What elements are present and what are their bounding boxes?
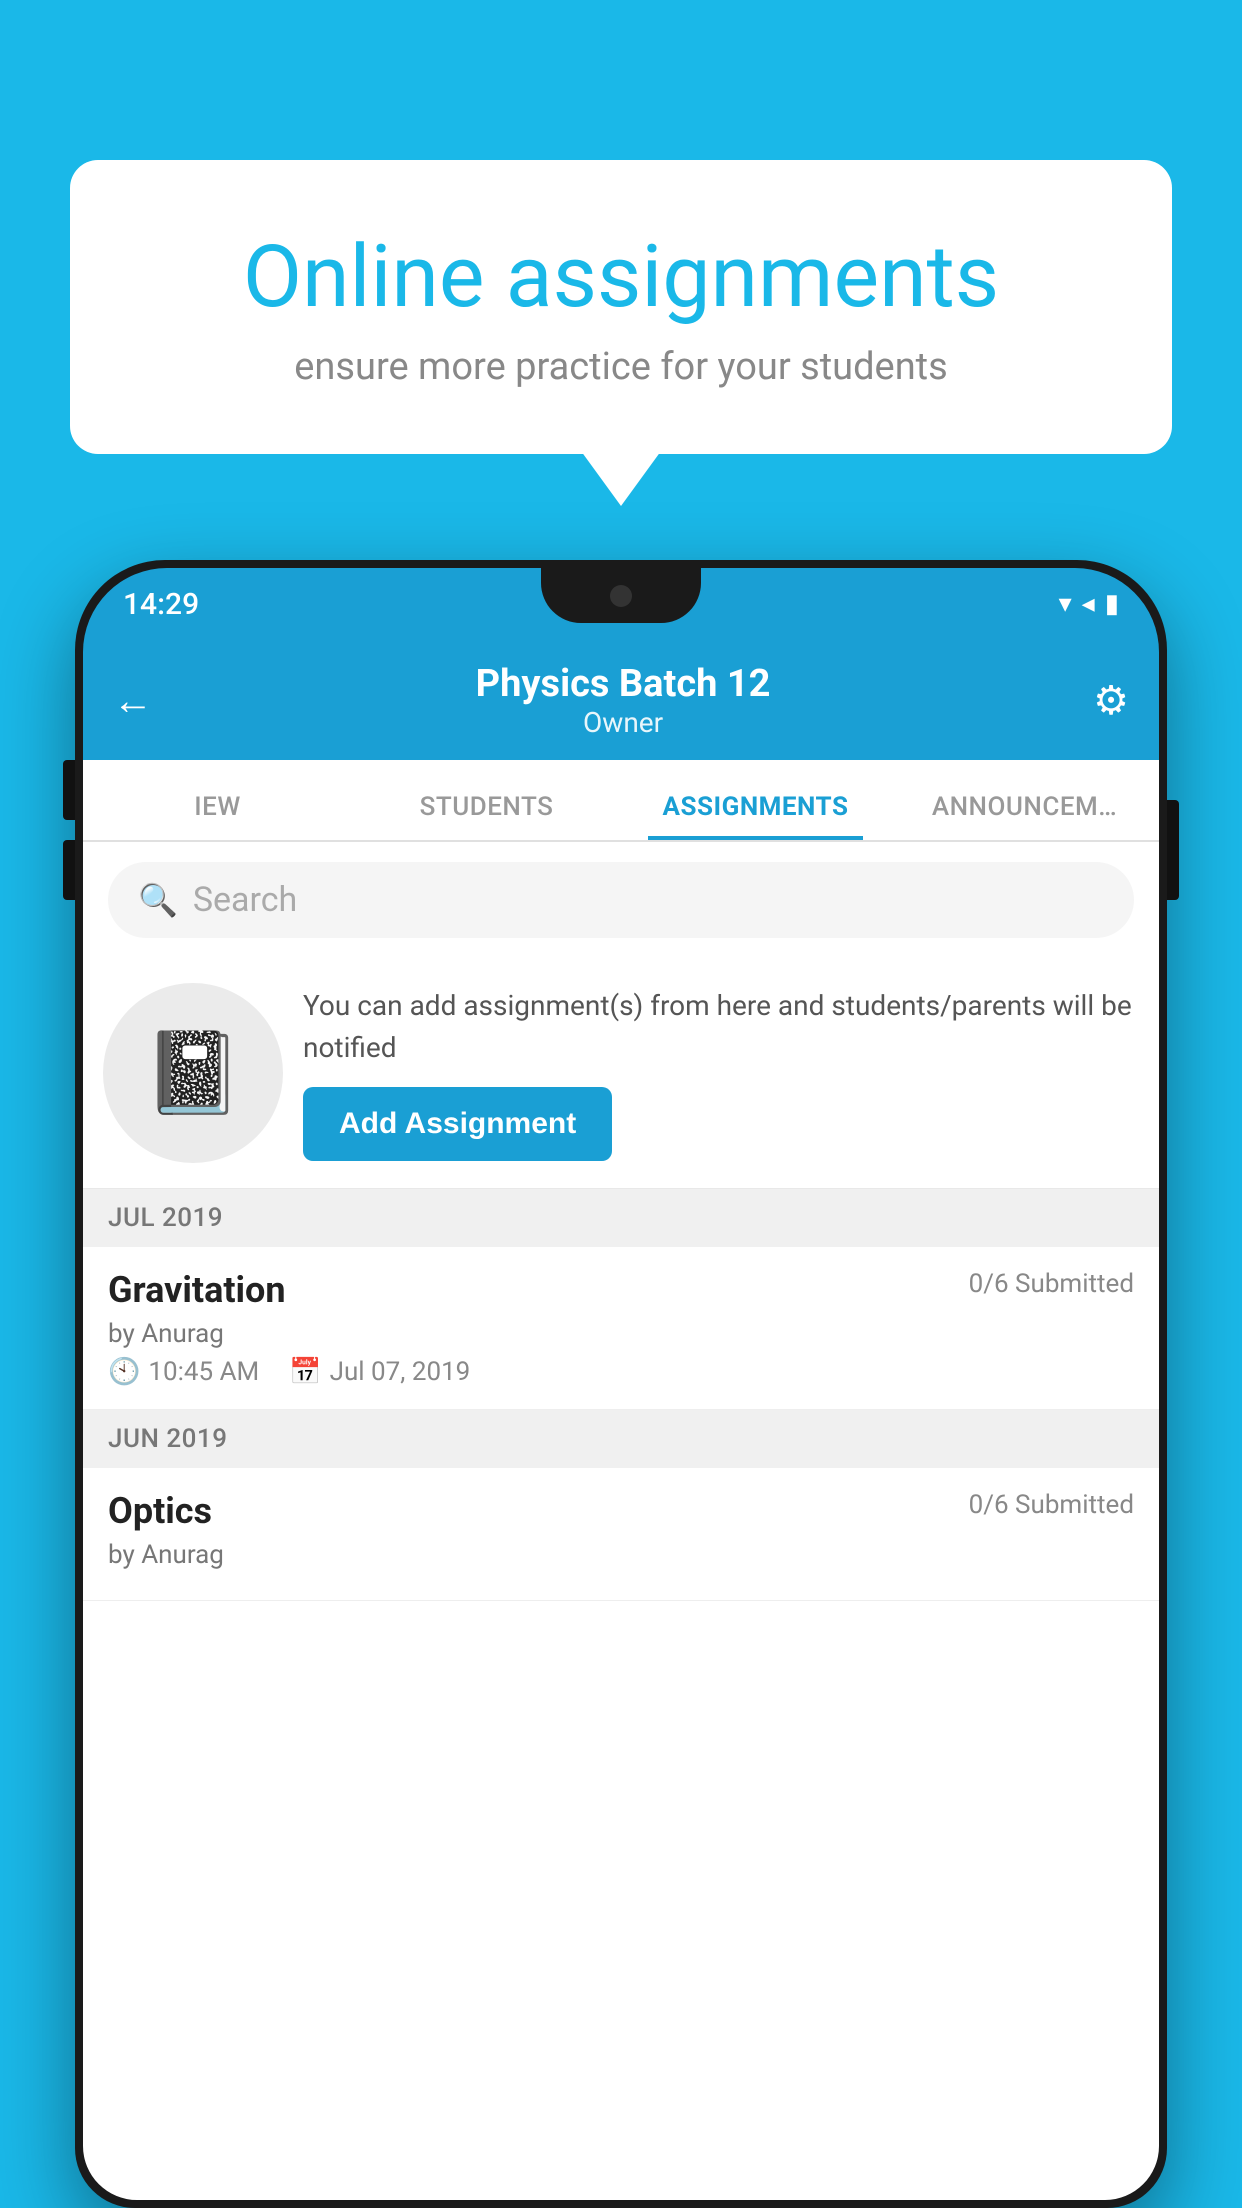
batch-title: Physics Batch 12	[476, 662, 771, 706]
promo-description: You can add assignment(s) from here and …	[303, 985, 1134, 1069]
bubble-subtitle: ensure more practice for your students	[150, 345, 1092, 389]
volume-up-button	[63, 760, 75, 820]
status-bar: 14:29 ▾ ◂ ▮	[83, 568, 1159, 640]
calendar-icon: 📅	[289, 1357, 321, 1387]
assignment-optics[interactable]: Optics 0/6 Submitted by Anurag	[83, 1468, 1159, 1601]
power-button	[1167, 800, 1179, 900]
speech-bubble-area: Online assignments ensure more practice …	[70, 160, 1172, 454]
promo-icon-circle: 📓	[103, 983, 283, 1163]
clock-icon: 🕙	[108, 1357, 140, 1387]
assignment-time: 10:45 AM	[148, 1357, 259, 1387]
phone-frame: 14:29 ▾ ◂ ▮ ← Physics Batch 12 Owner ⚙ I…	[75, 560, 1167, 2208]
assignment-gravitation[interactable]: Gravitation 0/6 Submitted by Anurag 🕙 10…	[83, 1247, 1159, 1410]
add-assignment-button[interactable]: Add Assignment	[303, 1087, 612, 1161]
battery-icon: ▮	[1105, 589, 1119, 619]
batch-role: Owner	[476, 706, 771, 739]
assignment-author: by Anurag	[108, 1319, 1134, 1349]
time-item: 🕙 10:45 AM	[108, 1357, 259, 1387]
bubble-title: Online assignments	[150, 230, 1092, 325]
signal-icon: ◂	[1082, 589, 1095, 619]
optics-name: Optics	[108, 1490, 212, 1532]
section-jul-2019: JUL 2019	[83, 1189, 1159, 1247]
settings-icon[interactable]: ⚙	[1093, 677, 1129, 724]
date-item: 📅 Jul 07, 2019	[289, 1357, 470, 1387]
assignment-date: Jul 07, 2019	[330, 1357, 471, 1387]
tab-assignments[interactable]: ASSIGNMENTS	[621, 792, 890, 840]
notebook-icon: 📓	[143, 1026, 243, 1120]
submission-count: 0/6 Submitted	[969, 1269, 1134, 1299]
phone-screen: 14:29 ▾ ◂ ▮ ← Physics Batch 12 Owner ⚙ I…	[83, 568, 1159, 2200]
optics-submitted: 0/6 Submitted	[969, 1490, 1134, 1520]
promo-right: You can add assignment(s) from here and …	[303, 985, 1134, 1161]
tab-announcements[interactable]: ANNOUNCEM…	[890, 792, 1159, 840]
app-header: ← Physics Batch 12 Owner ⚙	[83, 640, 1159, 760]
tabs-bar: IEW STUDENTS ASSIGNMENTS ANNOUNCEM…	[83, 760, 1159, 842]
assignment-name: Gravitation	[108, 1269, 286, 1311]
promo-section: 📓 You can add assignment(s) from here an…	[83, 958, 1159, 1189]
back-button[interactable]: ←	[113, 677, 153, 724]
speech-bubble: Online assignments ensure more practice …	[70, 160, 1172, 454]
header-center: Physics Batch 12 Owner	[476, 662, 771, 739]
search-placeholder-text: Search	[193, 880, 297, 920]
optics-author: by Anurag	[108, 1540, 1134, 1570]
tab-students[interactable]: STUDENTS	[352, 792, 621, 840]
search-bar: 🔍 Search	[83, 842, 1159, 958]
notch	[541, 568, 701, 623]
wifi-icon: ▾	[1059, 589, 1072, 619]
front-camera	[610, 585, 632, 607]
search-icon: 🔍	[138, 881, 178, 919]
status-icons: ▾ ◂ ▮	[1059, 589, 1119, 619]
volume-down-button	[63, 840, 75, 900]
search-input-wrap[interactable]: 🔍 Search	[108, 862, 1134, 938]
screen-content: 🔍 Search 📓 You can add assignment(s) fro…	[83, 842, 1159, 2200]
assignment-top-row: Gravitation 0/6 Submitted	[108, 1269, 1134, 1311]
section-jun-2019: JUN 2019	[83, 1410, 1159, 1468]
status-time: 14:29	[123, 587, 199, 622]
assignment-time-date: 🕙 10:45 AM 📅 Jul 07, 2019	[108, 1357, 1134, 1387]
tab-iew[interactable]: IEW	[83, 792, 352, 840]
assignment-optics-top: Optics 0/6 Submitted	[108, 1490, 1134, 1532]
